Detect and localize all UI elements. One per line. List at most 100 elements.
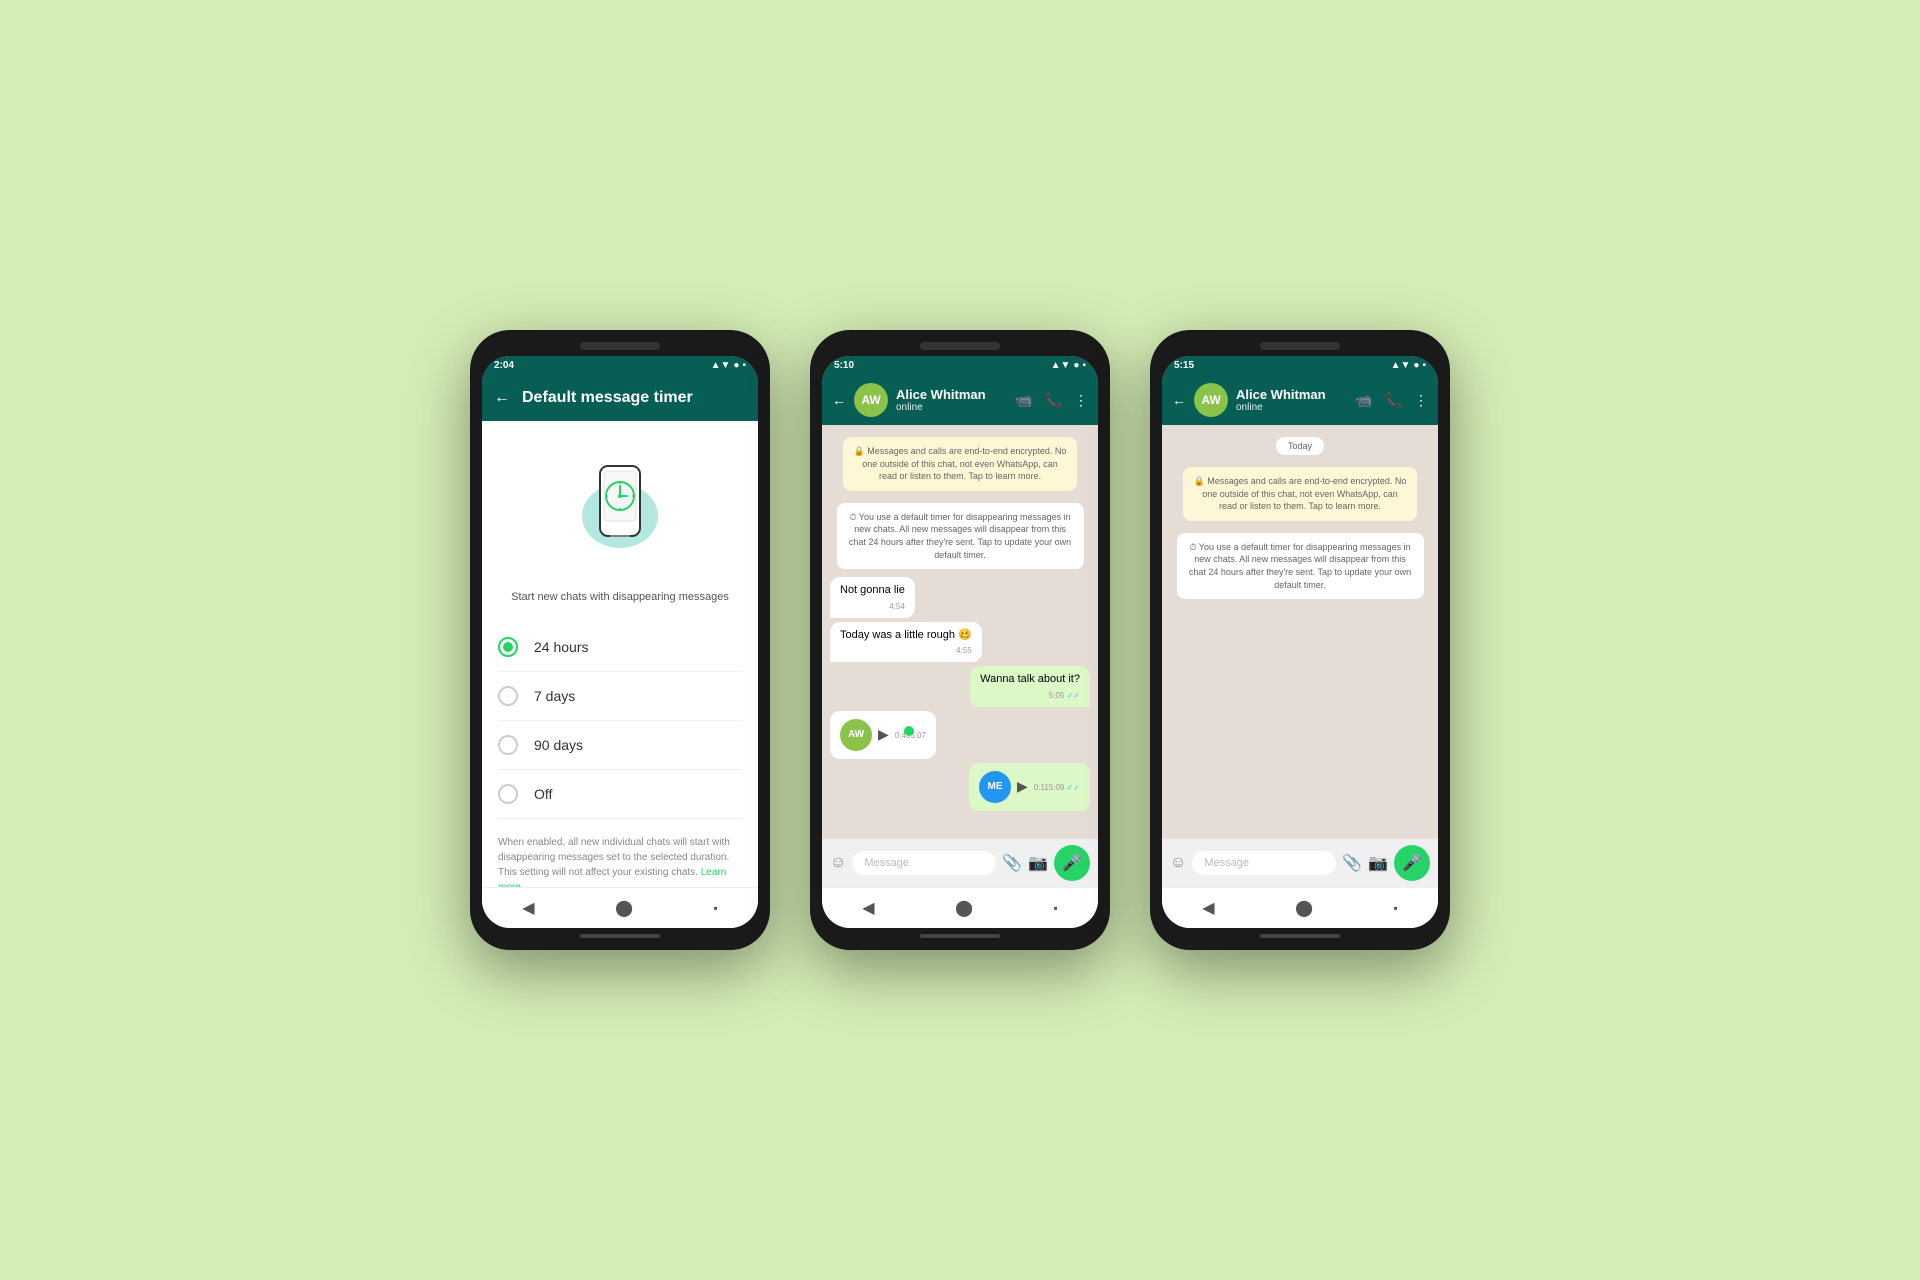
nav-back-1[interactable]: ◀ xyxy=(522,898,534,918)
mic-button-3[interactable]: 🎤 xyxy=(1394,845,1430,881)
radio-7d[interactable] xyxy=(498,686,518,706)
phone-2: 5:10 ▲▼ ● ▪ ← AW Alice Whitman online 📹 … xyxy=(810,330,1110,950)
status-bar-1: 2:04 ▲▼ ● ▪ xyxy=(482,356,758,375)
nav-bar-3: ◀ ⬤ ▪ xyxy=(1162,887,1438,928)
battery-icon-2: ▪ xyxy=(1082,360,1086,371)
nav-back-3[interactable]: ◀ xyxy=(1202,898,1214,918)
status-bar-3: 5:15 ▲▼ ● ▪ xyxy=(1162,356,1438,375)
signal-icon: ▲▼ xyxy=(711,360,731,371)
voice-dur-2: 0:11 xyxy=(1034,783,1049,792)
contact-name-3: Alice Whitman xyxy=(1236,387,1347,402)
signal-icon-2: ▲▼ xyxy=(1051,360,1071,371)
battery-icon: ▪ xyxy=(742,360,746,371)
emoji-icon-2[interactable]: ☺ xyxy=(830,854,846,872)
settings-content: Start new chats with disappearing messag… xyxy=(482,421,758,887)
back-button-3[interactable]: ← xyxy=(1172,392,1186,408)
nav-back-2[interactable]: ◀ xyxy=(862,898,874,918)
option-7d-label: 7 days xyxy=(534,688,575,704)
chat-header-3: ← AW Alice Whitman online 📹 📞 ⋮ xyxy=(1162,375,1438,425)
chat-messages-3: Today 🔒 Messages and calls are end-to-en… xyxy=(1162,425,1438,839)
timer-illustration xyxy=(570,441,670,571)
nav-square-2[interactable]: ▪ xyxy=(1053,901,1057,915)
encryption-notice-3: 🔒 Messages and calls are end-to-end encr… xyxy=(1183,467,1417,521)
option-90d[interactable]: 90 days xyxy=(498,721,742,770)
message-3-2: Wanna talk about it? 5:05 ✓✓ xyxy=(970,666,1090,707)
avatar-3: AW xyxy=(1194,383,1228,417)
option-off-label: Off xyxy=(534,786,552,802)
input-bar-2: ☺ Message 📎 📷 🎤 xyxy=(822,839,1098,887)
msg-time-3-2: 5:05 ✓✓ xyxy=(980,690,1080,701)
voice-msg-1-2: AW ▶ 0:43 5:07 xyxy=(830,711,936,759)
option-off[interactable]: Off xyxy=(498,770,742,819)
avatar-2: AW xyxy=(854,383,888,417)
phone-3-screen: 5:15 ▲▼ ● ▪ ← AW Alice Whitman online 📹 … xyxy=(1162,356,1438,928)
status-icons-3: ▲▼ ● ▪ xyxy=(1391,360,1426,371)
play-btn-1[interactable]: ▶ xyxy=(878,726,889,743)
encryption-notice-2: 🔒 Messages and calls are end-to-end encr… xyxy=(843,437,1077,491)
more-icon-2[interactable]: ⋮ xyxy=(1074,392,1088,409)
nav-home-2[interactable]: ⬤ xyxy=(955,898,973,918)
radio-24h[interactable] xyxy=(498,637,518,657)
wifi-icon-3: ● xyxy=(1413,360,1419,371)
radio-off[interactable] xyxy=(498,784,518,804)
phone-1-screen: 2:04 ▲▼ ● ▪ ← Default message timer xyxy=(482,356,758,928)
radio-90d[interactable] xyxy=(498,735,518,755)
play-btn-2[interactable]: ▶ xyxy=(1017,778,1028,795)
option-24h[interactable]: 24 hours xyxy=(498,623,742,672)
back-button-1[interactable]: ← xyxy=(494,389,510,407)
phone-3-bottom xyxy=(1162,934,1438,938)
emoji-icon-3[interactable]: ☺ xyxy=(1170,854,1186,872)
message-input-3[interactable]: Message xyxy=(1192,851,1336,875)
mic-button-2[interactable]: 🎤 xyxy=(1054,845,1090,881)
phone-3-notch xyxy=(1162,342,1438,350)
settings-subtitle: Start new chats with disappearing messag… xyxy=(498,591,742,603)
phone-illustration xyxy=(498,441,742,571)
nav-home-3[interactable]: ⬤ xyxy=(1295,898,1313,918)
attach-icon-3[interactable]: 📎 xyxy=(1342,853,1362,873)
voice-info-2: 0:11 5:09 ✓✓ xyxy=(1034,781,1080,792)
message-1-2: Not gonna lie 4:54 xyxy=(830,577,915,618)
timer-notice-2: ⏱ You use a default timer for disappeari… xyxy=(837,503,1084,569)
status-icons-2: ▲▼ ● ▪ xyxy=(1051,360,1086,371)
settings-description: When enabled, all new individual chats w… xyxy=(498,835,742,887)
attach-icon-2[interactable]: 📎 xyxy=(1002,853,1022,873)
more-icon-3[interactable]: ⋮ xyxy=(1414,392,1428,409)
voice-info-1: 0:43 5:07 xyxy=(895,729,926,740)
phone-1: 2:04 ▲▼ ● ▪ ← Default message timer xyxy=(470,330,770,950)
today-badge: Today xyxy=(1276,437,1324,455)
back-button-2[interactable]: ← xyxy=(832,392,846,408)
nav-home-1[interactable]: ⬤ xyxy=(615,898,633,918)
wifi-icon-2: ● xyxy=(1073,360,1079,371)
wifi-icon: ● xyxy=(733,360,739,371)
message-input-2[interactable]: Message xyxy=(852,851,996,875)
camera-icon-3[interactable]: 📷 xyxy=(1368,853,1388,873)
contact-status-2: online xyxy=(896,402,1007,413)
message-2-2: Today was a little rough 🥴 4:55 xyxy=(830,622,982,663)
video-call-icon-2[interactable]: 📹 xyxy=(1015,392,1032,409)
option-7d[interactable]: 7 days xyxy=(498,672,742,721)
call-icon-2[interactable]: 📞 xyxy=(1045,392,1062,409)
status-icons-1: ▲▼ ● ▪ xyxy=(711,360,746,371)
nav-square-1[interactable]: ▪ xyxy=(713,901,717,915)
msg-time-2-2: 4:55 xyxy=(840,645,972,656)
phone-2-screen: 5:10 ▲▼ ● ▪ ← AW Alice Whitman online 📹 … xyxy=(822,356,1098,928)
camera-icon-2[interactable]: 📷 xyxy=(1028,853,1048,873)
nav-bar-2: ◀ ⬤ ▪ xyxy=(822,887,1098,928)
header-icons-3: 📹 📞 ⋮ xyxy=(1355,392,1428,409)
settings-header: ← Default message timer xyxy=(482,375,758,421)
call-icon-3[interactable]: 📞 xyxy=(1385,392,1402,409)
signal-icon-3: ▲▼ xyxy=(1391,360,1411,371)
nav-square-3[interactable]: ▪ xyxy=(1393,901,1397,915)
chat-header-2: ← AW Alice Whitman online 📹 📞 ⋮ xyxy=(822,375,1098,425)
contact-status-3: online xyxy=(1236,402,1347,413)
chat-messages-2: 🔒 Messages and calls are end-to-end encr… xyxy=(822,425,1098,839)
option-24h-label: 24 hours xyxy=(534,639,588,655)
time-2: 5:10 xyxy=(834,360,854,371)
input-bar-3: ☺ Message 📎 📷 🎤 xyxy=(1162,839,1438,887)
video-call-icon-3[interactable]: 📹 xyxy=(1355,392,1372,409)
phone-2-notch xyxy=(822,342,1098,350)
timer-notice-3: ⏱ You use a default timer for disappeari… xyxy=(1177,533,1424,599)
phone-1-bottom xyxy=(482,934,758,938)
header-icons-2: 📹 📞 ⋮ xyxy=(1015,392,1088,409)
phone-2-bottom xyxy=(822,934,1098,938)
